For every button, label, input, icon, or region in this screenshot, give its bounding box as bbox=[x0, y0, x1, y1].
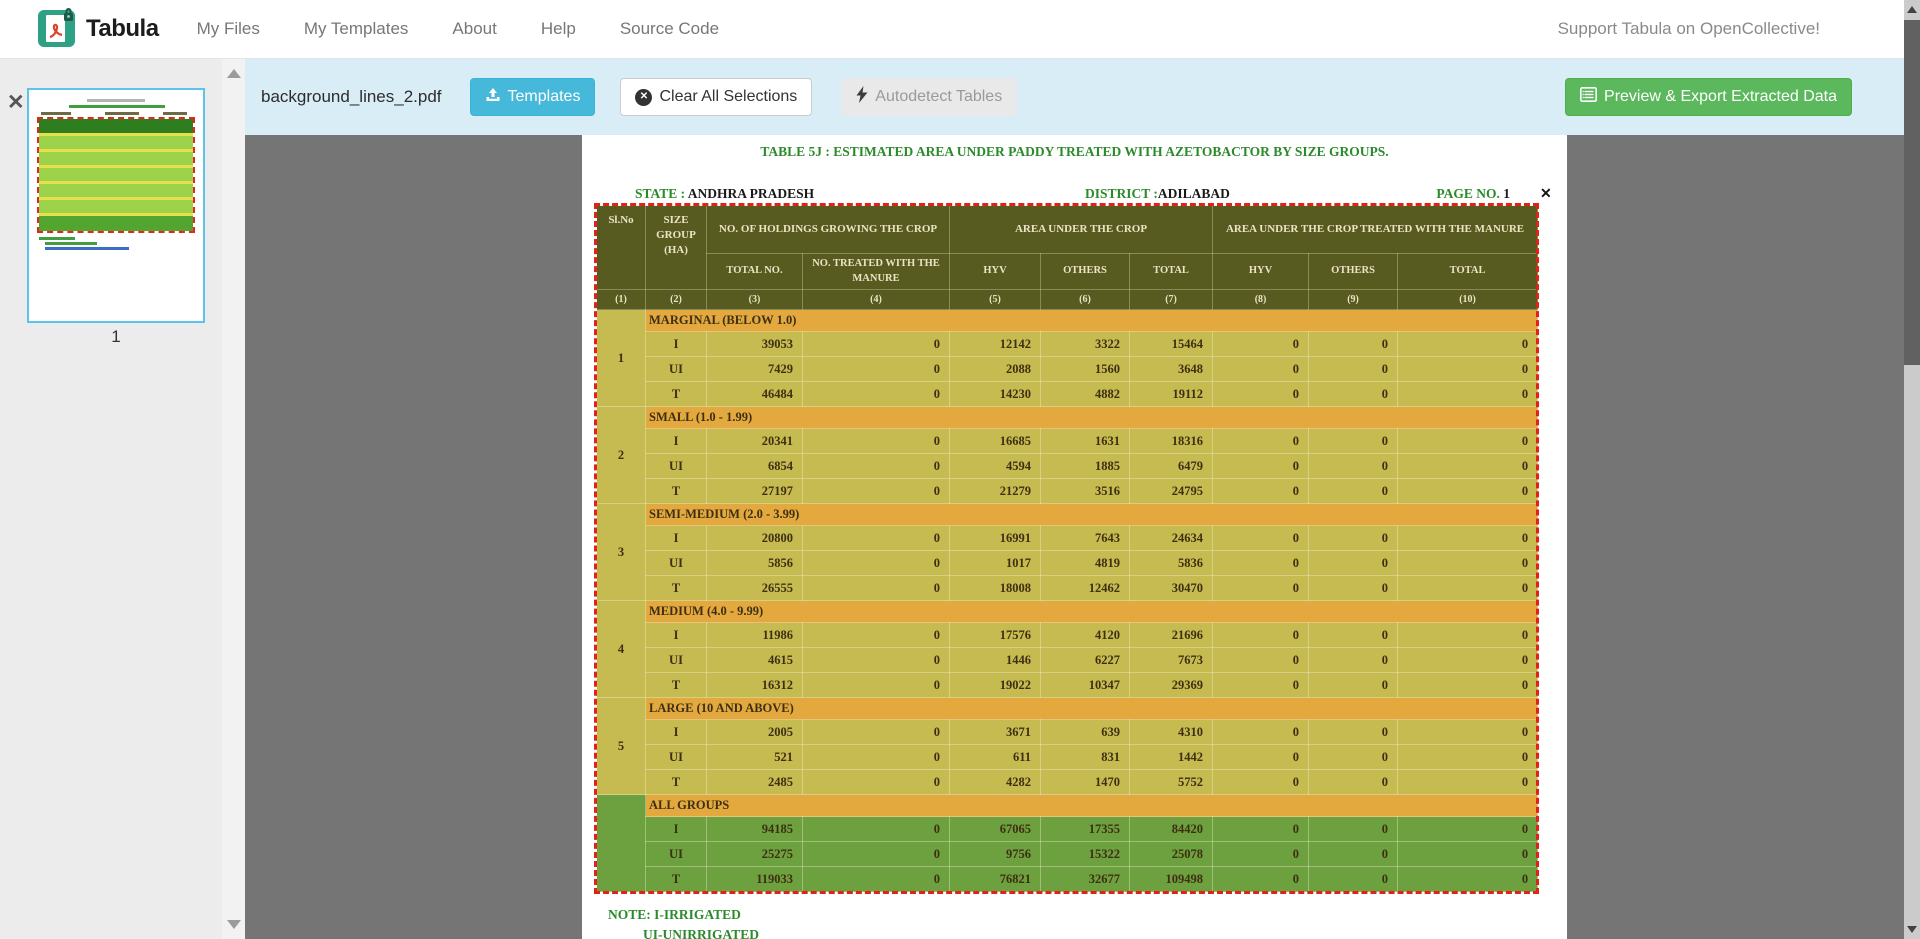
nav-my-files[interactable]: My Files bbox=[197, 19, 260, 39]
nav-about[interactable]: About bbox=[452, 19, 496, 39]
brand-home-link[interactable]: Tabula bbox=[38, 7, 159, 52]
thumb-meta-line bbox=[163, 112, 187, 115]
thumb-table bbox=[39, 119, 193, 231]
pdf-note: NOTE: I-IRRIGATED UI-UNIRRIGATED bbox=[608, 905, 1567, 939]
close-file-icon[interactable]: ✕ bbox=[7, 92, 25, 113]
navbar: Tabula My Files My Templates About Help … bbox=[0, 0, 1904, 59]
nav-source-code[interactable]: Source Code bbox=[620, 19, 719, 39]
selection-box[interactable] bbox=[594, 203, 1539, 894]
toolbar: background_lines_2.pdf Templates ✕ Clear… bbox=[245, 59, 1904, 135]
sidebar: ✕ 1 bbox=[0, 59, 245, 939]
sidebar-scrollbar[interactable] bbox=[222, 59, 245, 939]
pdf-page[interactable]: TABLE 5J : ESTIMATED AREA UNDER PADDY TR… bbox=[582, 135, 1567, 939]
clear-selections-button[interactable]: ✕ Clear All Selections bbox=[620, 78, 812, 116]
autodetect-tables-button[interactable]: Autodetect Tables bbox=[841, 78, 1017, 116]
templates-upload-icon bbox=[485, 87, 501, 108]
table-region: Sl.No SIZE GROUP (HA) NO. OF HOLDINGS GR… bbox=[596, 205, 1537, 892]
table-list-icon bbox=[1580, 87, 1597, 107]
thumb-title-line bbox=[69, 105, 165, 108]
scrollbar-thumb[interactable] bbox=[1904, 20, 1920, 365]
page-number-label: 1 bbox=[27, 327, 205, 347]
brand-title: Tabula bbox=[86, 15, 159, 43]
thumb-title-line bbox=[87, 99, 145, 102]
page-thumbnail[interactable] bbox=[27, 88, 205, 323]
page-no-label: PAGE NO. 1 bbox=[1436, 186, 1510, 202]
district-label: DISTRICT :ADILABAD bbox=[1085, 186, 1230, 202]
export-button[interactable]: Preview & Export Extracted Data bbox=[1565, 78, 1852, 116]
scroll-down-icon[interactable] bbox=[227, 920, 241, 929]
remove-circle-icon: ✕ bbox=[635, 89, 652, 106]
filename-label: background_lines_2.pdf bbox=[261, 87, 442, 107]
thumb-meta-line bbox=[105, 112, 139, 115]
app-window: Tabula My Files My Templates About Help … bbox=[0, 0, 1920, 939]
scrollbar-up-icon[interactable] bbox=[1907, 6, 1917, 13]
nav-my-templates[interactable]: My Templates bbox=[304, 19, 409, 39]
window-scrollbar[interactable] bbox=[1904, 0, 1920, 939]
scroll-up-icon[interactable] bbox=[227, 69, 241, 78]
selection-close-icon[interactable]: ✕ bbox=[1540, 188, 1552, 202]
pdf-table-title: TABLE 5J : ESTIMATED AREA UNDER PADDY TR… bbox=[582, 144, 1567, 160]
nav-links: My Files My Templates About Help Source … bbox=[197, 19, 719, 39]
pdf-meta-row: STATE : ANDHRA PRADESH DISTRICT :ADILABA… bbox=[582, 186, 1567, 203]
state-label: STATE : ANDHRA PRADESH bbox=[635, 186, 814, 202]
tabula-logo-icon bbox=[38, 7, 76, 52]
support-link[interactable]: Support Tabula on OpenCollective! bbox=[1558, 19, 1820, 39]
templates-button[interactable]: Templates bbox=[470, 78, 596, 116]
scrollbar-down-icon[interactable] bbox=[1907, 926, 1917, 933]
lightning-icon bbox=[856, 86, 868, 108]
nav-help[interactable]: Help bbox=[541, 19, 576, 39]
thumb-meta-line bbox=[41, 112, 71, 115]
document-area: TABLE 5J : ESTIMATED AREA UNDER PADDY TR… bbox=[245, 135, 1904, 939]
